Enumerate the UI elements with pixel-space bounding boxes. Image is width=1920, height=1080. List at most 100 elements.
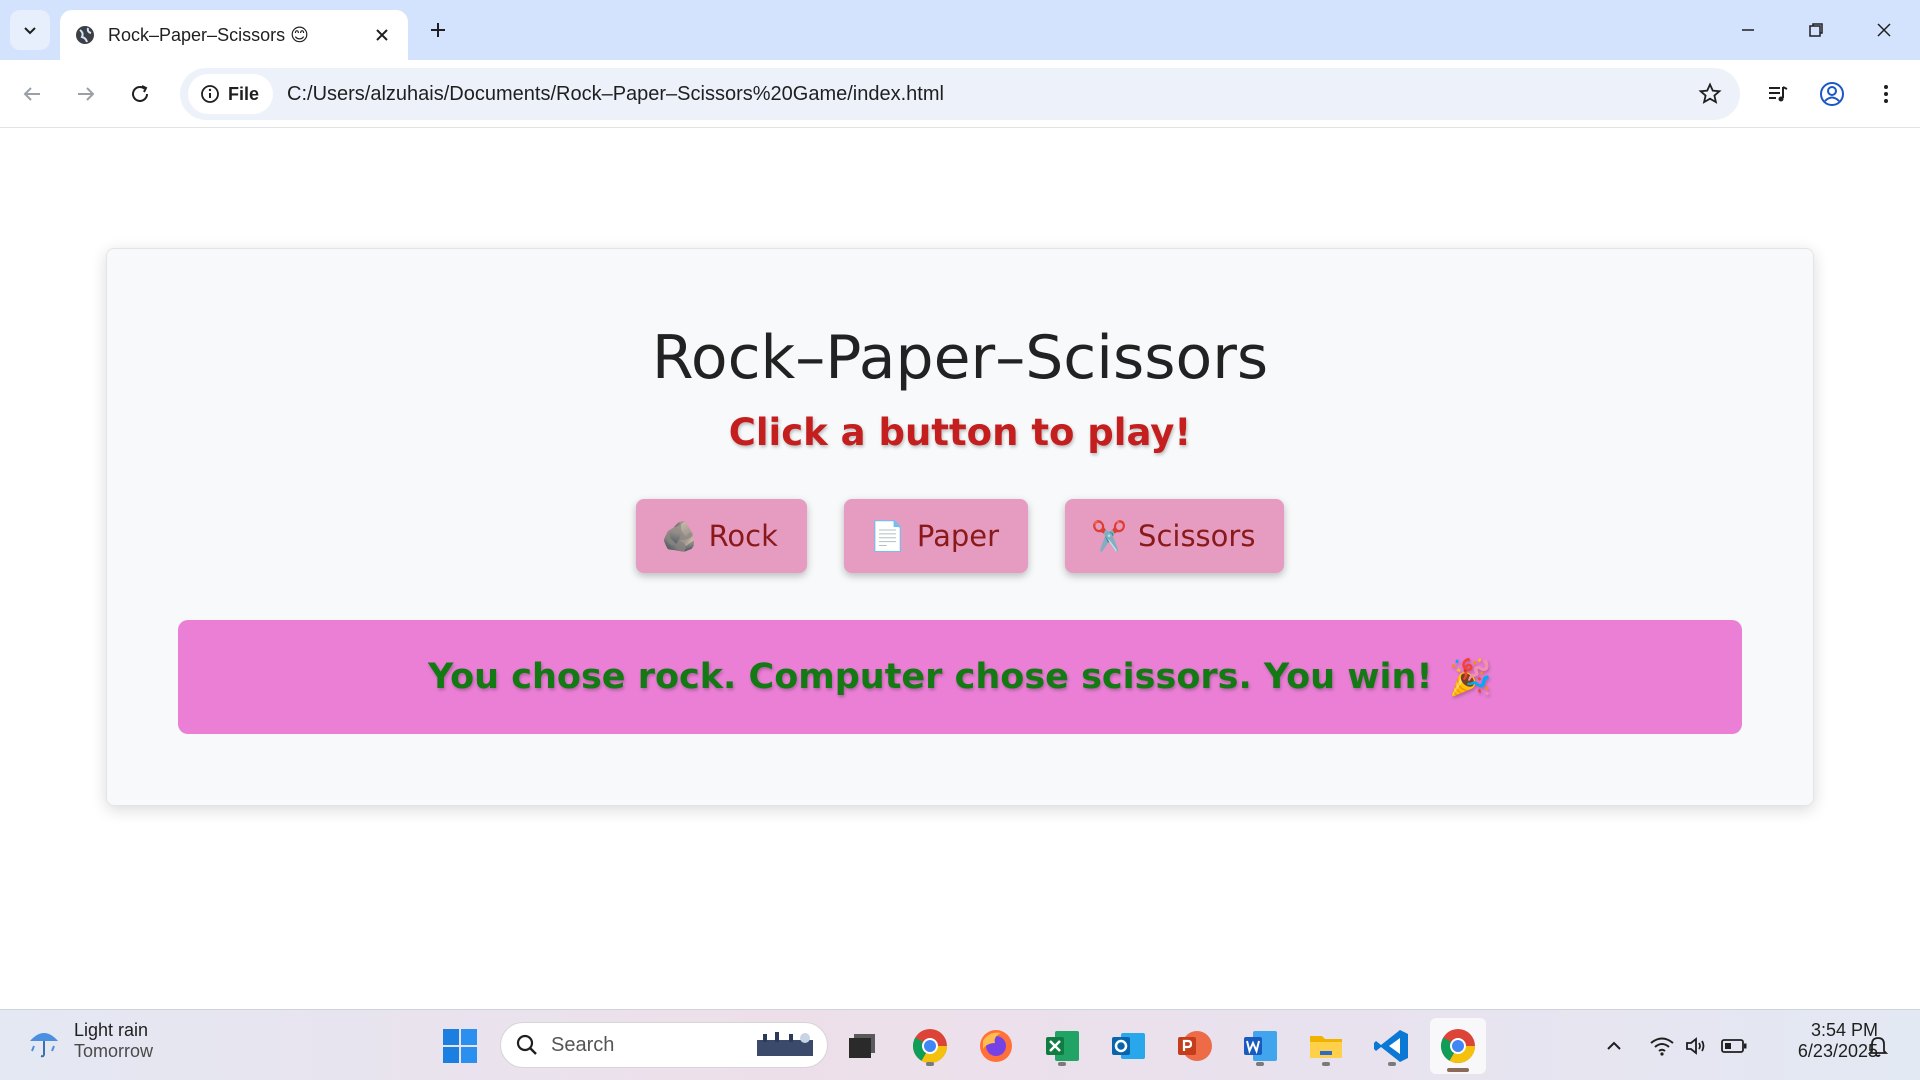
taskbar-search[interactable]: Search [500,1022,828,1068]
info-icon [201,85,219,103]
running-indicator [926,1062,934,1066]
search-icon [516,1034,537,1055]
result-banner: You chose rock. Computer chose scissors.… [178,620,1742,734]
restore-icon [1809,23,1823,37]
reload-button[interactable] [124,78,156,110]
taskbar-firefox[interactable] [974,1024,1018,1068]
minimize-button[interactable] [1732,14,1764,46]
globe-icon [76,26,94,44]
minimize-icon [1742,29,1754,31]
volume-button[interactable] [1682,1032,1710,1060]
taskbar-chrome-active[interactable] [1430,1018,1486,1074]
forward-button[interactable] [70,78,102,110]
speaker-icon [1686,1037,1705,1055]
music-queue-icon [1769,86,1788,102]
clock-time: 3:54 PM [1810,1020,1878,1040]
show-hidden-icons-button[interactable] [1600,1032,1628,1060]
page-title: Rock–Paper–Scissors [651,323,1269,393]
url-text[interactable]: C:/Users/alzuhais/Documents/Rock–Paper–S… [287,83,944,106]
result-text: You chose rock. Computer chose scissors.… [427,657,1433,697]
close-window-button[interactable] [1868,14,1900,46]
back-button[interactable] [16,78,48,110]
account-icon [1820,82,1844,106]
chrome-icon [913,1029,947,1063]
taskbar-vscode[interactable] [1370,1024,1414,1068]
browser-toolbar: File C:/Users/alzuhais/Documents/Rock–Pa… [0,60,1920,128]
wifi-icon [1650,1037,1674,1056]
chevron-up-icon [1607,1041,1621,1050]
network-button[interactable] [1648,1032,1676,1060]
paper-icon: 📄 [869,518,906,553]
outlook-icon [1112,1033,1145,1059]
bookmark-button[interactable] [1696,80,1724,108]
page-viewport: Rock–Paper–Scissors Click a button to pl… [0,129,1920,1009]
powerpoint-icon [1178,1031,1212,1061]
start-button[interactable] [440,1026,480,1066]
running-indicator [1256,1062,1264,1066]
chevron-down-icon [24,27,36,35]
media-control-button[interactable] [1762,78,1794,110]
clock[interactable]: 3:54 PM 6/23/2025 [1768,1020,1878,1062]
firefox-icon [980,1030,1012,1062]
rock-button[interactable]: 🪨 Rock [635,499,807,573]
scissors-button[interactable]: ✂️ Scissors [1065,499,1285,573]
taskbar: Light rain Tomorrow Search 3:54 PM 6/23/… [0,1009,1920,1080]
taskbar-outlook[interactable] [1106,1024,1150,1068]
close-icon [1877,23,1891,37]
address-bar[interactable]: File C:/Users/alzuhais/Documents/Rock–Pa… [180,68,1740,120]
windows-logo-icon [443,1029,477,1063]
star-icon [1698,82,1722,104]
plus-icon [431,23,445,37]
taskbar-task-view[interactable] [840,1024,884,1068]
tab-title: Rock–Paper–Scissors 😊 [108,24,309,45]
taskbar-powerpoint[interactable] [1172,1024,1216,1068]
chrome-icon [1441,1029,1475,1063]
scissors-icon: ✂️ [1090,518,1128,553]
weather-condition: Light rain [74,1020,149,1040]
browser-tab[interactable]: Rock–Paper–Scissors 😊 [60,10,408,60]
battery-icon [1721,1039,1747,1053]
arrow-left-icon [23,87,40,101]
vscode-icon [1374,1030,1408,1062]
play-prompt: Click a button to play! [728,411,1192,454]
taskbar-word[interactable] [1238,1024,1282,1068]
weather-when: Tomorrow [74,1041,154,1061]
game-card: Rock–Paper–Scissors Click a button to pl… [106,248,1814,806]
folder-icon [1310,1036,1342,1058]
scissors-button-label: Scissors [1138,519,1256,553]
umbrella-rain-icon [30,1033,58,1058]
menu-button[interactable] [1870,78,1902,110]
choice-buttons: 🪨 Rock 📄 Paper ✂️ Scissors [107,499,1813,573]
restore-button[interactable] [1800,14,1832,46]
weather-widget[interactable]: Light rain Tomorrow [24,1020,153,1062]
bell-icon [1867,1037,1889,1057]
active-indicator [1447,1068,1469,1072]
search-placeholder: Search [551,1033,615,1056]
battery-button[interactable] [1720,1032,1748,1060]
party-popper-icon: 🎉 [1448,657,1493,698]
tab-search-button[interactable] [10,10,50,50]
close-tab-icon[interactable] [370,23,394,47]
clock-date: 6/23/2025 [1797,1041,1878,1061]
task-view-icon [849,1034,875,1058]
word-icon [1244,1031,1277,1061]
excel-icon [1046,1031,1079,1061]
running-indicator [1322,1062,1330,1066]
reload-icon [132,85,148,102]
profile-button[interactable] [1816,78,1848,110]
taskbar-excel[interactable] [1040,1024,1084,1068]
new-tab-button[interactable] [424,16,452,44]
browser-tab-bar: Rock–Paper–Scissors 😊 [0,0,1920,60]
arrow-right-icon [78,87,95,101]
site-info-chip[interactable]: File [188,74,274,114]
site-info-label: File [228,83,260,104]
more-vert-icon [1884,85,1888,103]
search-highlight-icon [757,1032,813,1056]
rock-icon: 🪨 [661,518,698,553]
taskbar-chrome[interactable] [908,1024,952,1068]
paper-button-label: Paper [916,519,1000,553]
rock-button-label: Rock [708,519,778,553]
notifications-button[interactable] [1864,1032,1892,1060]
taskbar-file-explorer[interactable] [1304,1024,1348,1068]
paper-button[interactable]: 📄 Paper [843,499,1029,573]
